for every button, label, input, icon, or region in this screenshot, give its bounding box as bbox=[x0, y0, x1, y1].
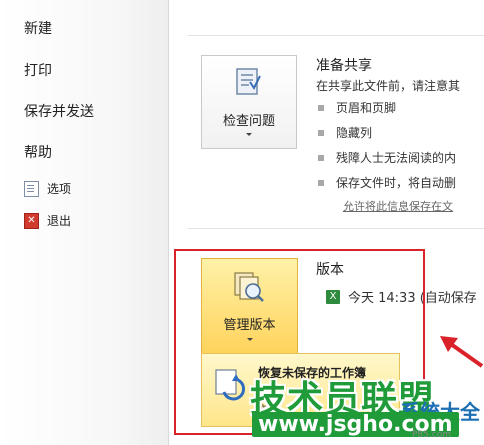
nav-new[interactable]: 新建 bbox=[24, 18, 52, 38]
bullet-item: 保存文件时，将自动删 bbox=[318, 174, 456, 191]
nav-options[interactable]: 选项 bbox=[24, 180, 71, 197]
bullet-icon bbox=[318, 104, 324, 111]
bullet-icon bbox=[318, 129, 324, 136]
nav-exit[interactable]: ✕ 退出 bbox=[24, 212, 71, 229]
nav-exit-label: 退出 bbox=[47, 214, 72, 228]
top-divider bbox=[188, 35, 484, 36]
check-issues-label: 检查问题 bbox=[222, 114, 275, 129]
chevron-down-icon bbox=[246, 133, 252, 136]
options-doc-icon bbox=[24, 180, 39, 197]
bullet-text: 保存文件时，将自动删 bbox=[336, 176, 457, 190]
inspect-document-icon bbox=[236, 68, 261, 95]
bullet-item: 页眉和页脚 bbox=[318, 99, 396, 116]
bullet-text: 隐藏列 bbox=[336, 126, 373, 140]
allow-save-info-link[interactable]: 允许将此信息保存在文 bbox=[343, 198, 453, 214]
bullet-icon bbox=[318, 154, 324, 161]
nav-print[interactable]: 打印 bbox=[24, 60, 52, 80]
bullet-item: 隐藏列 bbox=[318, 124, 372, 141]
exit-icon: ✕ bbox=[24, 212, 39, 229]
bullet-text: 残障人士无法阅读的内 bbox=[336, 151, 457, 165]
annotation-arrow-icon bbox=[440, 336, 484, 368]
bullet-item: 残障人士无法阅读的内 bbox=[318, 149, 456, 166]
nav-save-send[interactable]: 保存并发送 bbox=[24, 101, 94, 121]
watermark-footer: P85.com bbox=[412, 430, 451, 440]
check-issues-button[interactable]: 检查问题 bbox=[201, 55, 297, 149]
nav-options-label: 选项 bbox=[47, 182, 72, 196]
prepare-share-description: 在共享此文件前，请注意其 bbox=[316, 79, 461, 93]
backstage-sidebar: 新建 打印 保存并发送 帮助 选项 ✕ 退出 bbox=[0, 0, 168, 445]
sidebar-divider bbox=[168, 0, 169, 445]
prepare-share-title: 准备共享 bbox=[316, 58, 372, 74]
bullet-text: 页眉和页脚 bbox=[336, 101, 397, 115]
nav-help[interactable]: 帮助 bbox=[24, 142, 52, 162]
bullet-icon bbox=[318, 179, 324, 186]
section-divider bbox=[188, 228, 484, 229]
